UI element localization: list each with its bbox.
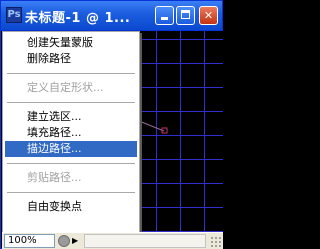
window-title: 未标题-1 @ 1... [25,11,131,26]
status-arrow-icon[interactable]: ▶ [72,235,82,247]
horizontal-scrollbar[interactable] [84,234,206,248]
close-icon: ✕ [203,9,214,22]
app-icon[interactable]: Ps [6,7,22,23]
minimize-icon [161,17,168,20]
menu-separator [7,102,135,103]
title-bar[interactable]: Ps 未标题-1 @ 1... ✕ [1,1,222,31]
menu-item[interactable]: 填充路径... [5,125,137,141]
menu-item: 剪贴路径... [27,171,82,184]
menu-item[interactable]: 自由变换点 [5,199,137,215]
minimize-button[interactable] [155,6,174,25]
menu-separator [7,73,135,74]
path-segment [138,120,165,132]
close-button[interactable]: ✕ [199,6,218,25]
menu-item[interactable]: 创建矢量蒙版 [5,35,137,51]
resize-grip-icon[interactable] [210,236,222,248]
menu-item[interactable]: 建立选区... [5,109,137,125]
menu-separator [7,163,135,164]
path-context-menu: 创建矢量蒙版 删除路径定义自定形状... 建立选区... 填充路径... 描边路径...… [2,31,140,234]
menu-separator [7,192,135,193]
maximize-icon [181,10,190,19]
status-info-icon[interactable] [58,235,70,247]
menu-item[interactable]: 删除路径 [5,51,137,67]
menu-item[interactable]: 描边路径... [5,141,137,157]
zoom-field[interactable]: 100% [4,234,55,248]
document-window: Ps 未标题-1 @ 1... ✕ 创建矢量蒙版 删除路径定义自定形状... 建立选… [0,0,223,249]
status-bar: 100% ▶ [2,232,223,249]
maximize-button[interactable] [176,6,195,25]
menu-item: 定义自定形状... [27,81,104,94]
